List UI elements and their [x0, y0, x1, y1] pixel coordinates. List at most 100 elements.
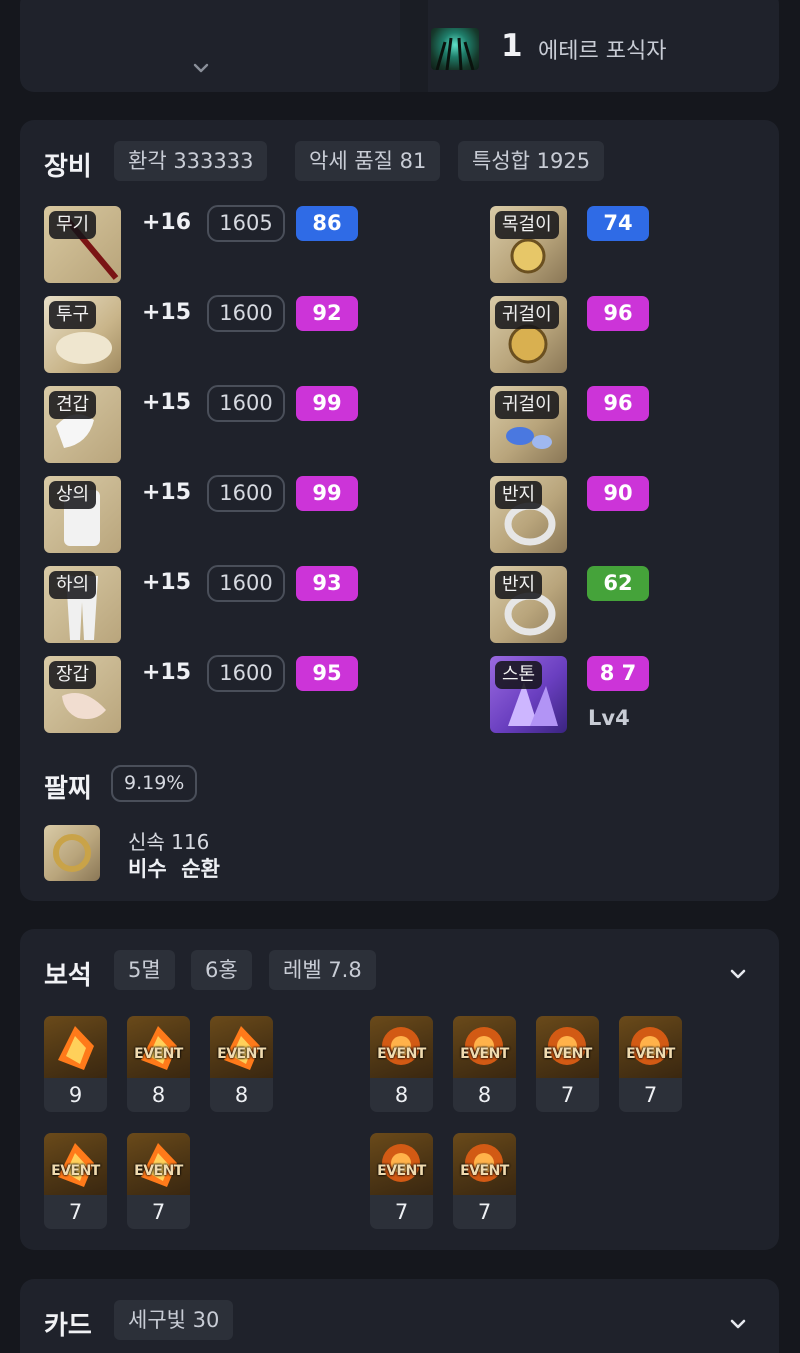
enhance-level: +15	[142, 390, 192, 415]
equipment-tag: 악세 품질 81	[295, 141, 441, 181]
event-label: EVENT	[51, 1163, 100, 1179]
slot-label: 귀걸이	[495, 301, 559, 329]
earring-icon[interactable]: 귀걸이	[490, 296, 567, 373]
helmet-icon[interactable]: 투구	[44, 296, 121, 373]
bloom-gem-icon: EVENT	[370, 1016, 433, 1078]
gem-slot[interactable]: EVENT 7	[619, 1016, 682, 1112]
event-label: EVENT	[377, 1163, 426, 1179]
bloom-gem-icon: EVENT	[619, 1016, 682, 1078]
equipment-tag: 특성합 1925	[458, 141, 605, 181]
item-level: 1605	[207, 205, 285, 242]
slot-label: 장갑	[49, 661, 97, 689]
quality-badge: 96	[587, 296, 649, 331]
gems-card: 보석 5멸 6홍 레벨 7.8 9 EVENT 8 EVENT 8 EVENT …	[20, 929, 779, 1250]
equipment-title: 장비	[44, 152, 92, 182]
cards-title: 카드	[44, 1311, 92, 1341]
slot-label: 견갑	[49, 391, 97, 419]
bracelet-title: 팔찌	[44, 774, 92, 804]
quality-badge: 96	[587, 386, 649, 421]
pants-icon[interactable]: 하의	[44, 566, 121, 643]
gem-slot[interactable]: EVENT 8	[210, 1016, 273, 1112]
enhance-level: +16	[142, 210, 192, 235]
event-label: EVENT	[626, 1046, 675, 1062]
enhance-level: +15	[142, 300, 192, 325]
gems-tag: 5멸	[114, 950, 175, 990]
event-label: EVENT	[217, 1046, 266, 1062]
slot-label: 반지	[495, 481, 543, 509]
necklace-icon[interactable]: 목걸이	[490, 206, 567, 283]
gem-level: 7	[643, 1083, 658, 1107]
slot-label: 귀걸이	[495, 391, 559, 419]
quality-badge: 74	[587, 206, 649, 241]
gem-slot[interactable]: EVENT 7	[44, 1133, 107, 1229]
bloom-gem-icon: EVENT	[536, 1016, 599, 1078]
chevron-down-icon[interactable]	[727, 963, 749, 985]
ring-icon[interactable]: 반지	[490, 476, 567, 553]
gem-level: 8	[477, 1083, 492, 1107]
event-label: EVENT	[134, 1163, 183, 1179]
gem-slot[interactable]: EVENT 8	[127, 1016, 190, 1112]
gem-level: 8	[394, 1083, 409, 1107]
gem-level: 7	[68, 1200, 83, 1224]
gem-slot[interactable]: EVENT 7	[536, 1016, 599, 1112]
enhance-level: +15	[142, 480, 192, 505]
event-label: EVENT	[134, 1046, 183, 1062]
gem-level: 7	[477, 1200, 492, 1224]
engraving-rank: 1	[501, 28, 523, 64]
gem-slot[interactable]: EVENT 8	[370, 1016, 433, 1112]
gem-slot[interactable]: EVENT 7	[370, 1133, 433, 1229]
item-level: 1600	[207, 565, 285, 602]
item-level: 1600	[207, 655, 285, 692]
gem-slot[interactable]: 9	[44, 1016, 107, 1112]
gem-slot[interactable]: EVENT 7	[127, 1133, 190, 1229]
gem-level: 8	[151, 1083, 166, 1107]
event-label: EVENT	[460, 1163, 509, 1179]
chevron-down-icon[interactable]	[727, 1313, 749, 1335]
item-level: 1600	[207, 385, 285, 422]
slot-label: 상의	[49, 481, 97, 509]
stone-level: Lv4	[588, 706, 630, 730]
quality-badge: 90	[587, 476, 649, 511]
engraving-divider	[400, 0, 428, 92]
quality-badge: 93	[296, 566, 358, 601]
quality-badge: 86	[296, 206, 358, 241]
weapon-icon[interactable]: 무기	[44, 206, 121, 283]
item-level: 1600	[207, 475, 285, 512]
gem-level: 9	[68, 1083, 83, 1107]
gems-tag: 6홍	[191, 950, 252, 990]
bracelet-effect: 신속 116	[128, 830, 210, 854]
ring-icon[interactable]: 반지	[490, 566, 567, 643]
event-label: EVENT	[377, 1046, 426, 1062]
ability-stone-icon[interactable]: 스톤	[490, 656, 567, 733]
gloves-icon[interactable]: 장갑	[44, 656, 121, 733]
gem-level: 7	[151, 1200, 166, 1224]
chest-icon[interactable]: 상의	[44, 476, 121, 553]
shoulder-icon[interactable]: 견갑	[44, 386, 121, 463]
gem-level: 7	[394, 1200, 409, 1224]
doom-gem-icon: EVENT	[210, 1016, 273, 1078]
quality-badge: 99	[296, 386, 358, 421]
gem-slot[interactable]: EVENT 7	[453, 1133, 516, 1229]
gems-title: 보석	[44, 961, 92, 991]
chevron-down-icon[interactable]	[190, 57, 212, 79]
event-label: EVENT	[543, 1046, 592, 1062]
enhance-level: +15	[142, 660, 192, 685]
engraving-card: 1 에테르 포식자	[20, 0, 779, 92]
enhance-level: +15	[142, 570, 192, 595]
bloom-gem-icon: EVENT	[453, 1133, 516, 1195]
slot-label: 반지	[495, 571, 543, 599]
gem-level: 8	[234, 1083, 249, 1107]
doom-gem-icon: EVENT	[127, 1016, 190, 1078]
cards-card: 카드 세구빛 30	[20, 1279, 779, 1353]
slot-label: 스톤	[495, 661, 543, 689]
bracelet-special: 비수 순환	[128, 857, 220, 881]
cards-tag: 세구빛 30	[114, 1300, 234, 1340]
event-label: EVENT	[460, 1046, 509, 1062]
gem-slot[interactable]: EVENT 8	[453, 1016, 516, 1112]
quality-badge: 8 7	[587, 656, 649, 691]
bracelet-icon[interactable]	[44, 825, 100, 881]
item-level: 1600	[207, 295, 285, 332]
engraving-name: 에테르 포식자	[538, 39, 667, 64]
earring-icon[interactable]: 귀걸이	[490, 386, 567, 463]
equipment-tag: 환각 333333	[114, 141, 268, 181]
